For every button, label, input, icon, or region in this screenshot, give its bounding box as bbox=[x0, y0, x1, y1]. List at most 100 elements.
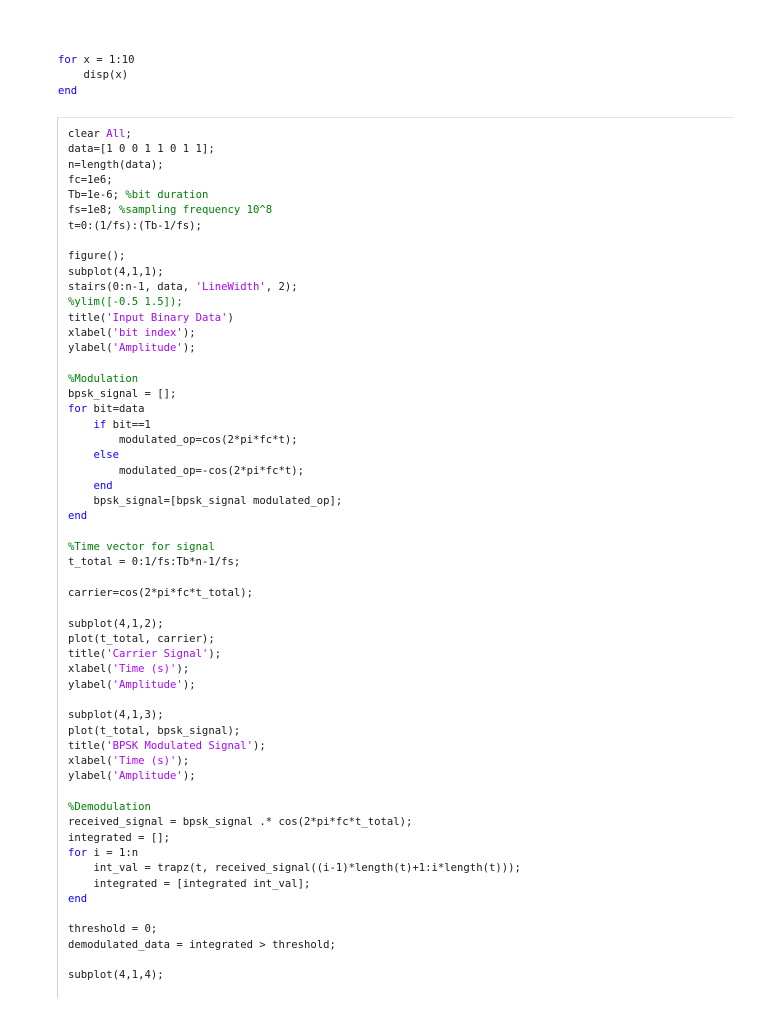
code-text: xlabel( bbox=[68, 326, 113, 339]
code-keyword: end bbox=[58, 84, 78, 97]
code-text: plot(t_total, bpsk_signal); bbox=[68, 724, 241, 737]
code-string: 'Input Binary Data' bbox=[106, 311, 228, 324]
code-line: fc=1e6; bbox=[68, 173, 521, 188]
code-line: bpsk_signal = []; bbox=[68, 387, 521, 402]
code-text: ) bbox=[227, 311, 234, 324]
code-line: fs=1e8; %sampling frequency 10^8 bbox=[68, 203, 521, 218]
code-line: end bbox=[68, 479, 521, 494]
code-text: disp(x) bbox=[58, 69, 129, 82]
code-text: n=length(data); bbox=[68, 158, 164, 171]
code-keyword: for bbox=[68, 403, 88, 416]
code-line: bpsk_signal=[bpsk_signal modulated_op]; bbox=[68, 494, 521, 509]
code-text: ); bbox=[182, 342, 196, 355]
code-comment: %Modulation bbox=[68, 372, 139, 385]
code-line: %ylim([-0.5 1.5]); bbox=[68, 295, 521, 310]
code-text: ); bbox=[182, 326, 196, 339]
code-string: 'Time (s)' bbox=[112, 663, 177, 676]
code-text: int_val = trapz(t, received_signal((i-1)… bbox=[68, 862, 521, 875]
code-text: modulated_op=-cos(2*pi*fc*t); bbox=[68, 464, 304, 477]
code-comment: %Time vector for signal bbox=[68, 541, 215, 554]
code-line: subplot(4,1,1); bbox=[68, 265, 521, 280]
code-text: title( bbox=[68, 311, 107, 324]
code-comment: %ylim([-0.5 1.5]); bbox=[68, 296, 183, 309]
code-line: plot(t_total, carrier); bbox=[68, 632, 521, 647]
code-line: subplot(4,1,4); bbox=[68, 968, 521, 983]
code-line: t=0:(1/fs):(Tb-1/fs); bbox=[68, 219, 521, 234]
code-text: ); bbox=[252, 739, 266, 752]
code-line: end bbox=[68, 509, 521, 524]
code-text: received_signal = bpsk_signal .* cos(2*p… bbox=[68, 816, 413, 829]
code-text: modulated_op=cos(2*pi*fc*t); bbox=[68, 433, 298, 446]
code-line: end bbox=[58, 84, 135, 99]
code-line: for i = 1:n bbox=[68, 846, 521, 861]
code-line: if bit==1 bbox=[68, 418, 521, 433]
code-keyword: for bbox=[68, 846, 88, 859]
code-line: figure(); bbox=[68, 249, 521, 264]
code-text: fc=1e6; bbox=[68, 173, 113, 186]
code-string: 'Amplitude' bbox=[112, 342, 183, 355]
code-text: threshold = 0; bbox=[68, 923, 158, 936]
code-comment: %sampling frequency 10^8 bbox=[119, 204, 273, 217]
code-line: ylabel('Amplitude'); bbox=[68, 769, 521, 784]
code-text: ); bbox=[208, 648, 222, 661]
code-string: 'Carrier Signal' bbox=[106, 648, 209, 661]
code-text: title( bbox=[68, 648, 107, 661]
code-text: x = 1:10 bbox=[77, 54, 135, 66]
code-line: xlabel('bit index'); bbox=[68, 326, 521, 341]
code-text: integrated = [integrated int_val]; bbox=[68, 877, 311, 890]
code-text: ylabel( bbox=[68, 678, 113, 691]
code-text: t=0:(1/fs):(Tb-1/fs); bbox=[68, 219, 202, 232]
code-line: modulated_op=cos(2*pi*fc*t); bbox=[68, 433, 521, 448]
code-text: ); bbox=[176, 663, 190, 676]
code-line: for x = 1:10 bbox=[58, 53, 135, 68]
code-text: subplot(4,1,1); bbox=[68, 265, 164, 278]
code-line: ylabel('Amplitude'); bbox=[68, 341, 521, 356]
code-text: ; bbox=[125, 128, 132, 140]
code-string: 'LineWidth' bbox=[195, 280, 266, 293]
code-line: for bit=data bbox=[68, 402, 521, 417]
code-keyword: if bbox=[93, 418, 107, 431]
code-keyword: for bbox=[58, 54, 78, 66]
code-text: carrier=cos(2*pi*fc*t_total); bbox=[68, 586, 253, 599]
code-line: xlabel('Time (s)'); bbox=[68, 754, 521, 769]
code-line: plot(t_total, bpsk_signal); bbox=[68, 724, 521, 739]
code-text: ); bbox=[182, 770, 196, 783]
code-line: end bbox=[68, 892, 521, 907]
code-line: modulated_op=-cos(2*pi*fc*t); bbox=[68, 464, 521, 479]
code-keyword: end bbox=[93, 479, 113, 492]
code-line: integrated = [integrated int_val]; bbox=[68, 877, 521, 892]
code-line: clear All; bbox=[68, 127, 521, 142]
code-comment: %bit duration bbox=[125, 189, 209, 202]
code-line: subplot(4,1,2); bbox=[68, 617, 521, 632]
code-block-bpsk: clear All; data=[1 0 0 1 1 0 1 1]; n=lengt… bbox=[57, 117, 734, 998]
code-text: stairs(0:n-1, data, bbox=[68, 280, 196, 293]
code-text: Tb=1e-6; bbox=[68, 189, 126, 202]
code-text: ); bbox=[182, 678, 196, 691]
code-comment: %Demodulation bbox=[68, 801, 151, 814]
code-line: subplot(4,1,3); bbox=[68, 708, 521, 723]
code-text: xlabel( bbox=[68, 663, 113, 676]
code-line: demodulated_data = integrated > threshol… bbox=[68, 938, 521, 953]
code-text: bit=data bbox=[87, 403, 145, 416]
code-line: xlabel('Time (s)'); bbox=[68, 662, 521, 677]
code-snippet-for-loop: for x = 1:10 disp(x) end bbox=[58, 53, 135, 99]
code-string: 'Time (s)' bbox=[112, 755, 177, 768]
code-line: title('BPSK Modulated Signal'); bbox=[68, 739, 521, 754]
code-line: data=[1 0 0 1 1 0 1 1]; bbox=[68, 142, 521, 157]
code-line: Tb=1e-6; %bit duration bbox=[68, 188, 521, 203]
code-line: n=length(data); bbox=[68, 158, 521, 173]
code-keyword: else bbox=[93, 449, 120, 462]
code-line: received_signal = bpsk_signal .* cos(2*p… bbox=[68, 815, 521, 830]
code-text: data=[1 0 0 1 1 0 1 1]; bbox=[68, 143, 215, 156]
code-text: integrated = []; bbox=[68, 831, 171, 844]
code-keyword: end bbox=[68, 510, 88, 523]
code-line: integrated = []; bbox=[68, 831, 521, 846]
